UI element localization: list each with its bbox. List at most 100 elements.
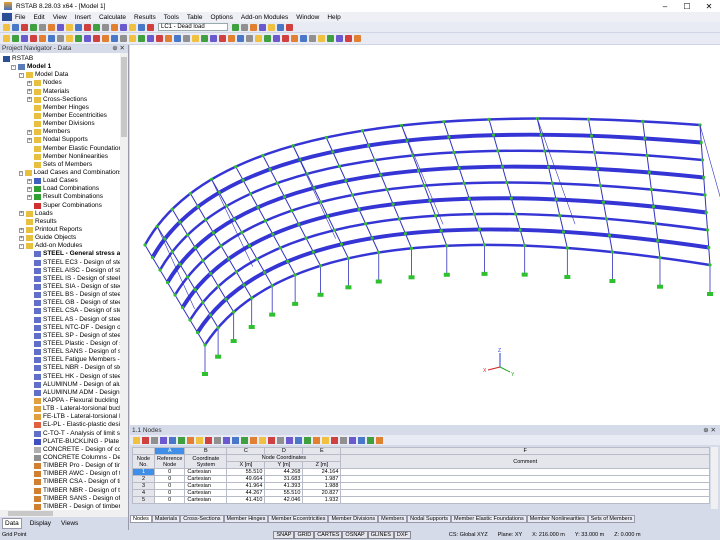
cell-coordinate-system[interactable]: Cartesian: [185, 497, 227, 504]
toolbar-button-icon[interactable]: [241, 24, 248, 31]
tree-item[interactable]: Member Eccentricities: [0, 112, 120, 120]
node-point[interactable]: [357, 208, 360, 211]
tab-views[interactable]: Views: [59, 519, 80, 528]
node-point[interactable]: [225, 204, 228, 207]
table-toolbar-button-icon[interactable]: [187, 437, 194, 444]
table-toolbar-button-icon[interactable]: [223, 437, 230, 444]
node-point[interactable]: [519, 228, 522, 231]
toolbar-button-icon[interactable]: [300, 35, 307, 42]
node-point[interactable]: [271, 233, 274, 236]
node-point[interactable]: [505, 181, 508, 184]
expand-icon[interactable]: +: [19, 211, 24, 216]
node-point[interactable]: [404, 232, 407, 235]
toolbar-button-icon[interactable]: [286, 24, 293, 31]
minimize-button[interactable]: –: [654, 2, 676, 11]
node-point[interactable]: [703, 193, 706, 196]
node-point[interactable]: [326, 215, 329, 218]
cell-reference-node[interactable]: 0: [155, 497, 185, 504]
tree-item[interactable]: STEEL CSA - Design of steel memb: [0, 307, 120, 315]
col-header[interactable]: A: [155, 448, 185, 455]
toolbar-button-icon[interactable]: [21, 35, 28, 42]
node-point[interactable]: [217, 326, 220, 329]
table-toolbar-button-icon[interactable]: [169, 437, 176, 444]
node-point[interactable]: [256, 206, 259, 209]
purlin-member[interactable]: [205, 245, 710, 345]
node-point[interactable]: [706, 228, 709, 231]
node-point[interactable]: [523, 244, 526, 247]
cell-z[interactable]: 1.987: [303, 476, 341, 483]
toolbar-button-icon[interactable]: [30, 35, 37, 42]
toolbar-button-icon[interactable]: [39, 24, 46, 31]
toolbar-button-icon[interactable]: [273, 35, 280, 42]
cell-coordinate-system[interactable]: Cartesian: [185, 483, 227, 490]
toolbar-button-icon[interactable]: [93, 35, 100, 42]
toolbar-button-icon[interactable]: [228, 35, 235, 42]
node-point[interactable]: [510, 197, 513, 200]
node-point[interactable]: [173, 293, 176, 296]
arch-structure-model[interactable]: [130, 45, 720, 425]
toolbar-button-icon[interactable]: [66, 35, 73, 42]
toolbar-button-icon[interactable]: [75, 35, 82, 42]
node-point[interactable]: [641, 120, 644, 123]
cell-z[interactable]: 1.932: [303, 497, 341, 504]
node-point[interactable]: [242, 179, 245, 182]
status-toggle-cartes[interactable]: CARTES: [314, 531, 342, 539]
toolbar-button-icon[interactable]: [93, 24, 100, 31]
table-tab-member-divisions[interactable]: Member Divisions: [328, 515, 378, 523]
tree-item[interactable]: FE-LTB - Lateral-torsional buckling: [0, 413, 120, 421]
node-point[interactable]: [367, 144, 370, 147]
tree-item[interactable]: KAPPA - Flexural buckling analysis: [0, 397, 120, 405]
node-point[interactable]: [171, 208, 174, 211]
toolbar-button-icon[interactable]: [138, 24, 145, 31]
row-number[interactable]: 5: [133, 497, 155, 504]
expand-icon[interactable]: +: [27, 187, 32, 192]
table-toolbar-button-icon[interactable]: [286, 437, 293, 444]
table-row[interactable]: 30Cartesian41.96441.3931.988: [133, 483, 710, 490]
table-toolbar-button-icon[interactable]: [376, 437, 383, 444]
tree-item[interactable]: +Materials: [0, 88, 120, 96]
node-point[interactable]: [487, 118, 490, 121]
collapse-icon[interactable]: -: [11, 65, 16, 70]
toolbar-button-icon[interactable]: [12, 35, 19, 42]
tree-item[interactable]: STEEL BS - Design of steel membe: [0, 291, 120, 299]
node-point[interactable]: [658, 256, 661, 259]
cell-reference-node[interactable]: 0: [155, 490, 185, 497]
tree-item[interactable]: Sets of Members: [0, 161, 120, 169]
node-point[interactable]: [543, 149, 546, 152]
tree-item[interactable]: -Model 1: [0, 63, 120, 71]
expand-icon[interactable]: +: [27, 138, 32, 143]
cell-comment[interactable]: [341, 476, 710, 483]
node-point[interactable]: [290, 209, 293, 212]
tree-item[interactable]: STEEL Plastic - Design of steel mer: [0, 340, 120, 348]
col-header[interactable]: E: [303, 448, 341, 455]
node-point[interactable]: [227, 257, 230, 260]
expand-icon[interactable]: +: [27, 89, 32, 94]
col-header[interactable]: C: [227, 448, 265, 455]
tree-item[interactable]: +Load Cases: [0, 177, 120, 185]
node-point[interactable]: [590, 134, 593, 137]
toolbar-button-icon[interactable]: [147, 35, 154, 42]
node-point[interactable]: [242, 283, 245, 286]
node-point[interactable]: [605, 217, 608, 220]
node-point[interactable]: [361, 129, 364, 132]
menu-calculate[interactable]: Calculate: [99, 14, 126, 21]
row-number[interactable]: 2: [133, 476, 155, 483]
node-point[interactable]: [648, 171, 651, 174]
table-toolbar-button-icon[interactable]: [358, 437, 365, 444]
node-point[interactable]: [593, 151, 596, 154]
tree-item[interactable]: +Nodal Supports: [0, 136, 120, 144]
table-toolbar-button-icon[interactable]: [331, 437, 338, 444]
tree-item[interactable]: ALUMINUM ADM - Design of alur: [0, 389, 120, 397]
table-tab-member-nonlinearities[interactable]: Member Nonlinearities: [527, 515, 588, 523]
menu-add-on-modules[interactable]: Add-on Modules: [241, 14, 288, 21]
toolbar-button-icon[interactable]: [84, 35, 91, 42]
toolbar-button-icon[interactable]: [66, 24, 73, 31]
table-row[interactable]: 20Cartesian49.66431.6831.987: [133, 476, 710, 483]
menu-window[interactable]: Window: [296, 14, 319, 21]
node-point[interactable]: [478, 228, 481, 231]
table-tab-member-hinges[interactable]: Member Hinges: [224, 515, 269, 523]
table-toolbar-button-icon[interactable]: [304, 437, 311, 444]
status-toggle-snap[interactable]: SNAP: [273, 531, 294, 539]
tree-item[interactable]: STEEL IS - Design of steel member: [0, 275, 120, 283]
toolbar-button-icon[interactable]: [174, 35, 181, 42]
